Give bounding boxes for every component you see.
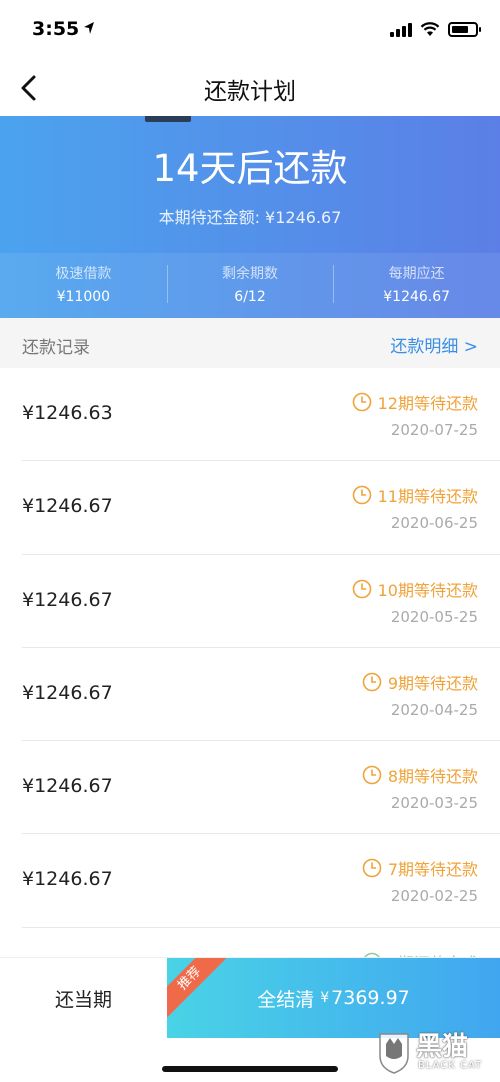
recommended-ribbon: 推荐: [167, 958, 230, 1019]
stat-label: 极速借款: [55, 266, 112, 282]
stat-per-period: 每期应还 ¥1246.67: [333, 253, 500, 318]
record-date: 2020-02-25: [390, 887, 478, 906]
clock-icon: [352, 485, 371, 505]
wifi-icon: [420, 22, 440, 36]
watermark-subtext: BLACK CAT: [418, 1060, 483, 1071]
stat-value: 6/12: [234, 289, 266, 305]
record-status: 9期等待还款: [362, 670, 478, 694]
cat-shield-icon: [379, 1033, 409, 1074]
record-amount: ¥1246.63: [22, 402, 113, 424]
record-status-text: 12期等待还款: [377, 394, 478, 413]
battery-icon: [448, 22, 481, 37]
list-item[interactable]: ¥1246.67 8期等待还款 2020-03-25: [22, 741, 500, 835]
page-title: 还款计划: [204, 79, 296, 105]
cellular-signal-icon: [390, 22, 412, 37]
stat-remaining-periods: 剩余期数 6/12: [166, 253, 334, 318]
stat-value: ¥11000: [56, 289, 111, 305]
list-item[interactable]: ¥1246.63 12期等待还款 2020-07-25: [22, 368, 500, 462]
stat-loan-amount: 极速借款 ¥11000: [0, 253, 167, 318]
black-cat-watermark: 黑猫 BLACK CAT: [376, 1024, 494, 1080]
record-status-text: 11期等待还款: [377, 487, 478, 507]
list-item[interactable]: ¥1246.67 10期等待还款 2020-05-25: [22, 555, 500, 648]
clock-icon: [352, 392, 371, 412]
list-item[interactable]: ¥1246.67 7期等待还款 2020-02-25: [22, 834, 500, 928]
record-amount: ¥1246.67: [22, 495, 113, 518]
record-date: 2020-07-25: [390, 421, 478, 439]
clock-icon: [362, 672, 382, 692]
records-section-header: 还款记录 还款明细 >: [0, 318, 500, 368]
record-date: 2020-06-25: [390, 514, 478, 533]
watermark-text: 黑猫: [416, 1032, 469, 1062]
location-arrow-icon: [84, 22, 94, 34]
current-amount-due: 本期待还金额: ¥1246.67: [158, 208, 342, 227]
clock-icon: [362, 765, 382, 785]
status-time: 3:55: [32, 18, 80, 40]
record-status-text: 10期等待还款: [377, 580, 478, 600]
status-indicators: [390, 22, 481, 37]
section-title: 还款记录: [22, 338, 90, 358]
pay-all-currency: ¥: [320, 990, 330, 1006]
loan-stats: 极速借款 ¥11000 剩余期数 6/12 每期应还 ¥1246.67: [0, 253, 500, 318]
record-status-text: 7期等待还款: [387, 860, 478, 880]
record-status: 8期等待还款: [362, 763, 478, 787]
clock-icon: [352, 579, 371, 598]
list-item[interactable]: ¥1246.67 9期等待还款 2020-04-25: [22, 648, 500, 742]
days-until-repayment: 14天后还款: [152, 147, 348, 190]
record-status: 7期等待还款: [362, 856, 478, 880]
home-indicator[interactable]: [162, 1066, 338, 1072]
record-amount: ¥1246.67: [22, 868, 113, 891]
record-amount: ¥1246.67: [22, 681, 113, 704]
record-amount: ¥1246.67: [22, 775, 113, 798]
record-date: 2020-05-25: [390, 607, 478, 626]
stat-label: 每期应还: [388, 266, 445, 282]
status-bar: 3:55: [0, 0, 500, 60]
pay-all-amount: 7369.97: [331, 987, 410, 1009]
stat-label: 剩余期数: [222, 266, 278, 282]
record-status: 10期等待还款: [352, 577, 478, 601]
repayment-details-link[interactable]: 还款明细 >: [390, 332, 478, 357]
repayment-records-list: ¥1246.63 12期等待还款 2020-07-25 ¥1246.67 11期…: [0, 368, 500, 1021]
record-amount: ¥1246.67: [22, 588, 113, 611]
record-status-text: 9期等待还款: [387, 673, 478, 693]
pay-all-label: 全结清: [257, 988, 315, 1011]
record-date: 2020-04-25: [390, 700, 478, 719]
pay-current-period-button[interactable]: 还当期: [0, 958, 167, 1038]
banner-scrolled-content: [145, 116, 355, 122]
record-status-text: 8期等待还款: [387, 767, 478, 787]
stat-value: ¥1246.67: [383, 289, 451, 305]
repayment-banner: 14天后还款 本期待还金额: ¥1246.67 极速借款 ¥11000 剩余期数…: [0, 116, 500, 318]
nav-bar: 还款计划: [0, 60, 500, 116]
clock-icon: [362, 859, 382, 878]
record-date: 2020-03-25: [390, 794, 478, 813]
record-status: 11期等待还款: [352, 483, 478, 507]
record-status: 12期等待还款: [352, 390, 478, 414]
list-item[interactable]: ¥1246.67 11期等待还款 2020-06-25: [22, 461, 500, 555]
